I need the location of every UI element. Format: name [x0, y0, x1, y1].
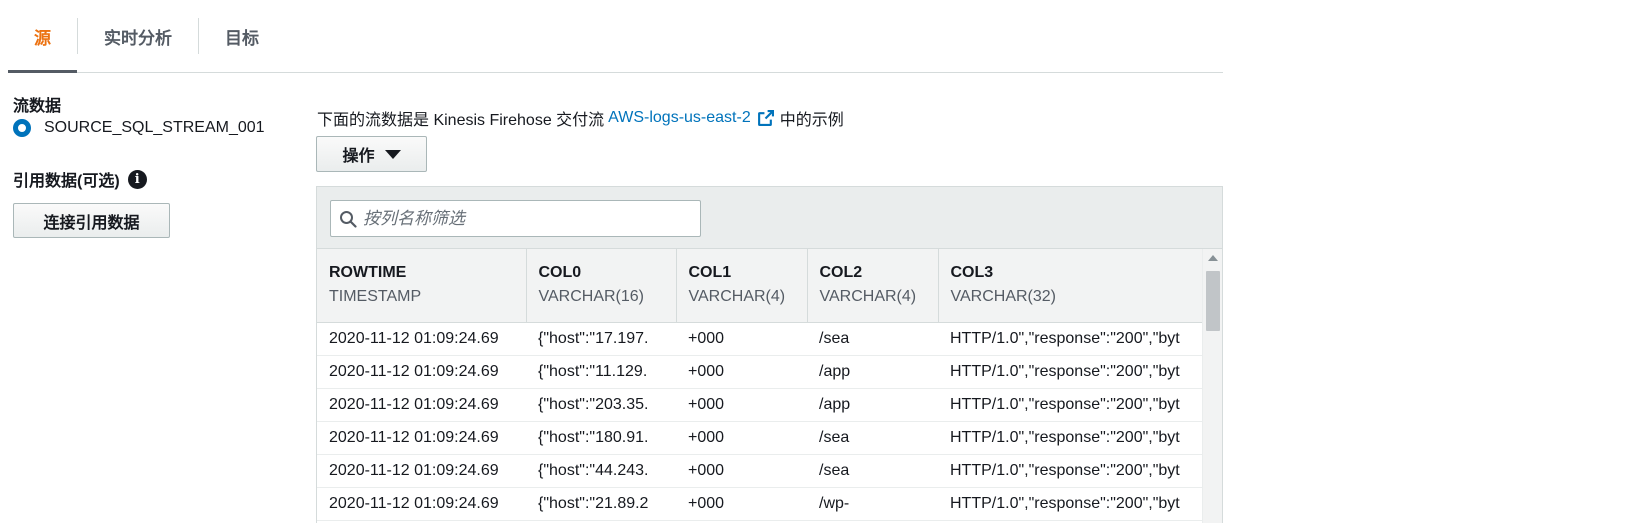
- external-link-icon[interactable]: [757, 109, 774, 127]
- tab-source[interactable]: 源: [8, 0, 77, 73]
- column-filter-input[interactable]: [363, 208, 683, 229]
- search-icon: [340, 210, 357, 228]
- table-cell: +000: [676, 421, 807, 455]
- column-header-col3[interactable]: COL3 VARCHAR(32): [938, 249, 1202, 323]
- reference-data-label: 引用数据(可选): [13, 173, 120, 190]
- column-name: COL1: [688, 264, 732, 282]
- table-cell: HTTP/1.0","response":"200","byt: [938, 355, 1202, 389]
- column-name: COL0: [538, 264, 582, 282]
- column-type: VARCHAR(4): [688, 288, 786, 306]
- table-cell: +000: [676, 454, 807, 488]
- table-cell: /wp-: [807, 487, 938, 521]
- table-cell: HTTP/1.0","response":"200","byt: [938, 421, 1202, 455]
- table-row[interactable]: 2020-11-12 01:09:24.69 {"host":"11.129. …: [317, 355, 1202, 389]
- column-header-col0[interactable]: COL0 VARCHAR(16): [526, 249, 677, 323]
- table-cell: +000: [676, 388, 807, 422]
- column-header-col1[interactable]: COL1 VARCHAR(4): [676, 249, 808, 323]
- stream-description: 下面的流数据是 Kinesis Firehose 交付流 AWS-logs-us…: [317, 106, 844, 130]
- table-row[interactable]: 2020-11-12 01:09:24.69 {"host":"44.243. …: [317, 454, 1202, 488]
- column-name: COL2: [819, 264, 863, 282]
- table-cell: 2020-11-12 01:09:24.69: [317, 388, 526, 422]
- table-cell: HTTP/1.0","response":"200","byt: [938, 388, 1202, 422]
- table-cell: +000: [676, 322, 807, 356]
- reference-data-heading: 引用数据(可选) i: [13, 167, 147, 191]
- table-row[interactable]: 2020-11-12 01:09:24.69 {"host":"180.91. …: [317, 421, 1202, 455]
- column-name: ROWTIME: [329, 264, 407, 282]
- filter-bar: [317, 187, 1222, 249]
- table-cell: /sea: [807, 322, 938, 356]
- desc-prefix: 下面的流数据是 Kinesis Firehose 交付流: [317, 112, 605, 129]
- connect-reference-data-button[interactable]: 连接引用数据: [13, 203, 170, 238]
- column-name: COL3: [950, 264, 994, 282]
- table-cell: 2020-11-12 01:09:24.69: [317, 454, 526, 488]
- table-cell: /app: [807, 388, 938, 422]
- table-cell: {"host":"203.35.: [526, 388, 676, 422]
- stream-option-label: SOURCE_SQL_STREAM_001: [44, 119, 265, 136]
- tab-bar: 源 实时分析 目标: [8, 0, 1223, 73]
- table-cell: /sea: [807, 421, 938, 455]
- desc-suffix: 中的示例: [779, 112, 844, 129]
- table-row[interactable]: 2020-11-12 01:09:24.69 {"host":"203.35. …: [317, 388, 1202, 422]
- column-header-rowtime[interactable]: ROWTIME TIMESTAMP: [317, 249, 527, 323]
- scroll-thumb[interactable]: [1206, 271, 1220, 331]
- table-cell: HTTP/1.0","response":"200","byt: [938, 454, 1202, 488]
- column-header-col2[interactable]: COL2 VARCHAR(4): [807, 249, 939, 323]
- tab-destination[interactable]: 目标: [199, 0, 285, 72]
- table-cell: HTTP/1.0","response":"200","byt: [938, 322, 1202, 356]
- table-cell: {"host":"11.129.: [526, 355, 676, 389]
- column-type: VARCHAR(16): [538, 288, 645, 306]
- table-cell: HTTP/1.0","response":"200","byt: [938, 487, 1202, 521]
- data-grid: ROWTIME TIMESTAMP COL0 VARCHAR(16) COL1 VAR…: [317, 249, 1202, 521]
- caret-down-icon: [384, 149, 401, 159]
- table-cell: 2020-11-12 01:09:24.69: [317, 355, 526, 389]
- stream-data-label: 流数据: [13, 98, 62, 115]
- column-type: TIMESTAMP: [329, 288, 422, 306]
- vertical-scrollbar[interactable]: [1202, 249, 1222, 523]
- actions-dropdown-button[interactable]: 操作: [316, 136, 427, 172]
- column-filter[interactable]: [330, 200, 701, 237]
- table-row[interactable]: 2020-11-12 01:09:24.69 {"host":"17.197. …: [317, 322, 1202, 356]
- table-cell: +000: [676, 355, 807, 389]
- tab-realtime-analytics[interactable]: 实时分析: [78, 0, 198, 72]
- table-cell: {"host":"44.243.: [526, 454, 676, 488]
- table-row[interactable]: 2020-11-12 01:09:24.69 {"host":"21.89.2 …: [317, 487, 1202, 521]
- table-cell: +000: [676, 487, 807, 521]
- table-cell: 2020-11-12 01:09:24.69: [317, 421, 526, 455]
- column-type: VARCHAR(32): [950, 288, 1057, 306]
- stream-option[interactable]: SOURCE_SQL_STREAM_001: [13, 119, 265, 137]
- table-cell: {"host":"180.91.: [526, 421, 676, 455]
- firehose-stream-link[interactable]: AWS-logs-us-east-2: [608, 109, 751, 127]
- table-cell: /app: [807, 355, 938, 389]
- table-cell: 2020-11-12 01:09:24.69: [317, 487, 526, 521]
- actions-label: 操作: [342, 148, 375, 165]
- column-type: VARCHAR(4): [819, 288, 917, 306]
- scroll-up-arrow-icon[interactable]: [1208, 255, 1218, 261]
- table-cell: /sea: [807, 454, 938, 488]
- table-header-row: ROWTIME TIMESTAMP COL0 VARCHAR(16) COL1 VAR…: [317, 249, 1202, 323]
- radio-selected-icon[interactable]: [13, 119, 31, 137]
- info-icon[interactable]: i: [127, 169, 147, 189]
- table-cell: 2020-11-12 01:09:24.69: [317, 322, 526, 356]
- table-cell: {"host":"17.197.: [526, 322, 676, 356]
- stream-sample-table: ROWTIME TIMESTAMP COL0 VARCHAR(16) COL1 VAR…: [316, 186, 1223, 523]
- table-cell: {"host":"21.89.2: [526, 487, 676, 521]
